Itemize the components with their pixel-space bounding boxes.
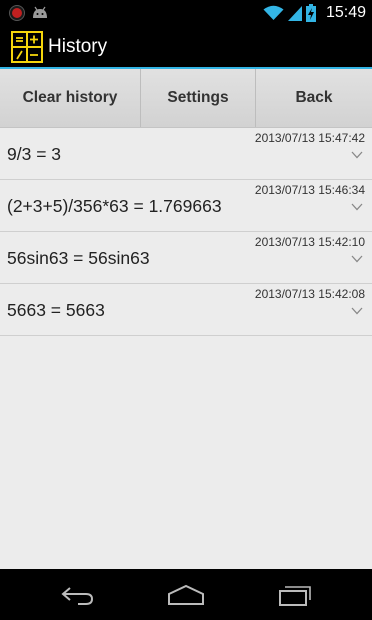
history-item[interactable]: 2013/07/13 15:47:42 9/3 = 3	[0, 128, 372, 180]
content-area: Clear history Settings Back 2013/07/13 1…	[0, 69, 372, 569]
history-timestamp: 2013/07/13 15:42:10	[254, 235, 365, 249]
android-debug-icon	[33, 6, 47, 18]
status-bar: 15:49	[0, 0, 372, 25]
history-list: 2013/07/13 15:47:42 9/3 = 3 2013/07/13 1…	[0, 128, 372, 336]
history-expression: 5663 = 5663	[7, 300, 105, 320]
history-item[interactable]: 2013/07/13 15:42:08 5663 = 5663	[0, 284, 372, 336]
back-icon[interactable]	[60, 584, 96, 606]
calculator-icon[interactable]	[11, 31, 43, 63]
history-timestamp: 2013/07/13 15:47:42	[254, 131, 365, 145]
action-bar: History	[0, 25, 372, 69]
back-button[interactable]: Back	[256, 69, 372, 127]
history-expression: (2+3+5)/356*63 = 1.769663	[7, 196, 222, 216]
history-expression: 9/3 = 3	[7, 144, 62, 164]
record-icon	[9, 5, 25, 21]
chevron-down-icon[interactable]	[351, 255, 363, 263]
chevron-down-icon[interactable]	[351, 151, 363, 159]
settings-button[interactable]: Settings	[141, 69, 256, 127]
history-timestamp: 2013/07/13 15:42:08	[254, 287, 365, 301]
page-title: History	[48, 36, 108, 57]
toolbar: Clear history Settings Back	[0, 69, 372, 128]
recent-apps-icon[interactable]	[277, 584, 313, 606]
signal-icon	[287, 5, 302, 21]
battery-charging-icon	[305, 3, 316, 22]
home-icon[interactable]	[167, 584, 205, 606]
navigation-bar	[0, 569, 372, 620]
clock: 15:49	[325, 3, 366, 21]
clear-history-button[interactable]: Clear history	[0, 69, 141, 127]
history-expression: 56sin63 = 56sin63	[7, 248, 150, 268]
wifi-icon	[263, 5, 284, 20]
history-timestamp: 2013/07/13 15:46:34	[254, 183, 365, 197]
history-item[interactable]: 2013/07/13 15:46:34 (2+3+5)/356*63 = 1.7…	[0, 180, 372, 232]
chevron-down-icon[interactable]	[351, 307, 363, 315]
chevron-down-icon[interactable]	[351, 203, 363, 211]
history-item[interactable]: 2013/07/13 15:42:10 56sin63 = 56sin63	[0, 232, 372, 284]
